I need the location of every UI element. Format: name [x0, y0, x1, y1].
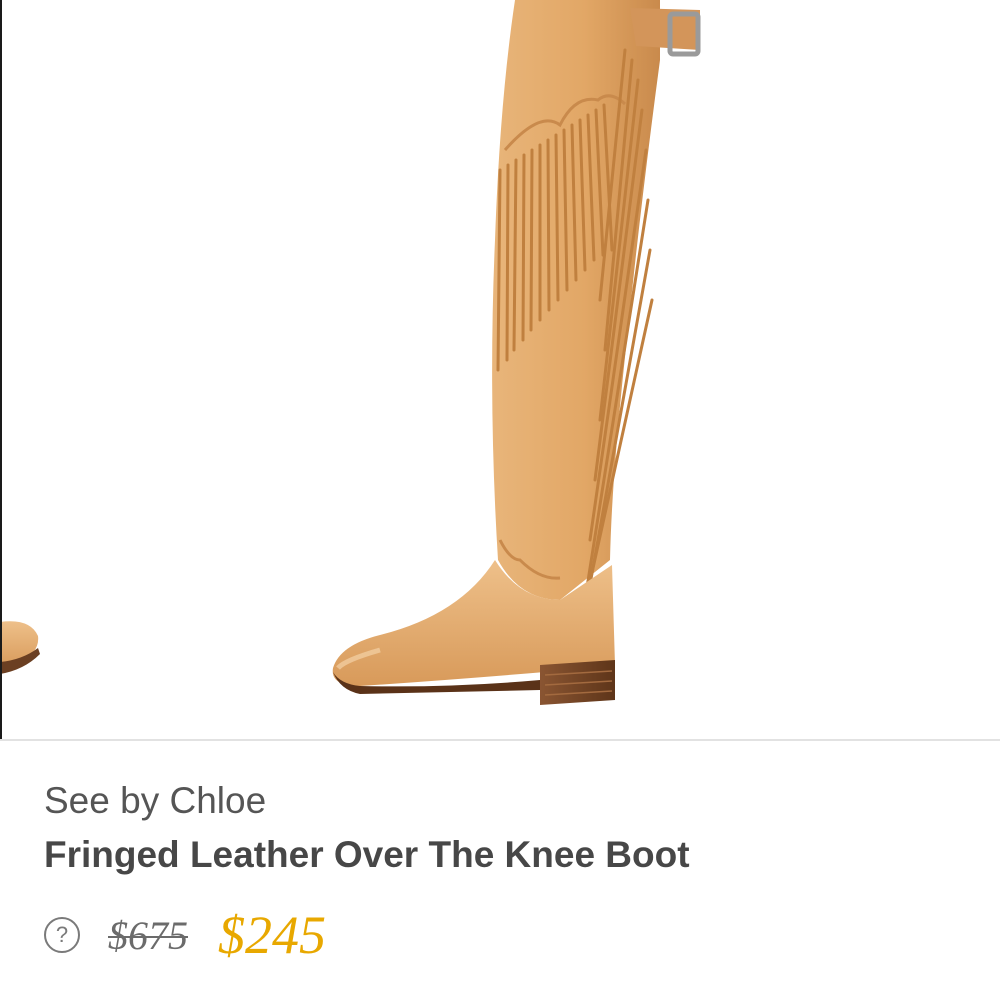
product-image[interactable]	[0, 0, 1000, 740]
product-title[interactable]: Fringed Leather Over The Knee Boot	[44, 834, 690, 876]
image-divider	[0, 739, 1000, 741]
brand-name[interactable]: See by Chloe	[44, 780, 266, 822]
original-price: $675	[108, 912, 188, 958]
sale-price: $245	[218, 905, 326, 965]
boot-illustration	[0, 0, 701, 705]
question-circle-icon[interactable]: ?	[44, 917, 80, 953]
left-edge-border	[0, 0, 2, 740]
second-boot-toe	[0, 621, 40, 674]
price-row: ? $675 $245	[44, 905, 326, 965]
product-card[interactable]: See by Chloe Fringed Leather Over The Kn…	[0, 0, 1000, 1000]
